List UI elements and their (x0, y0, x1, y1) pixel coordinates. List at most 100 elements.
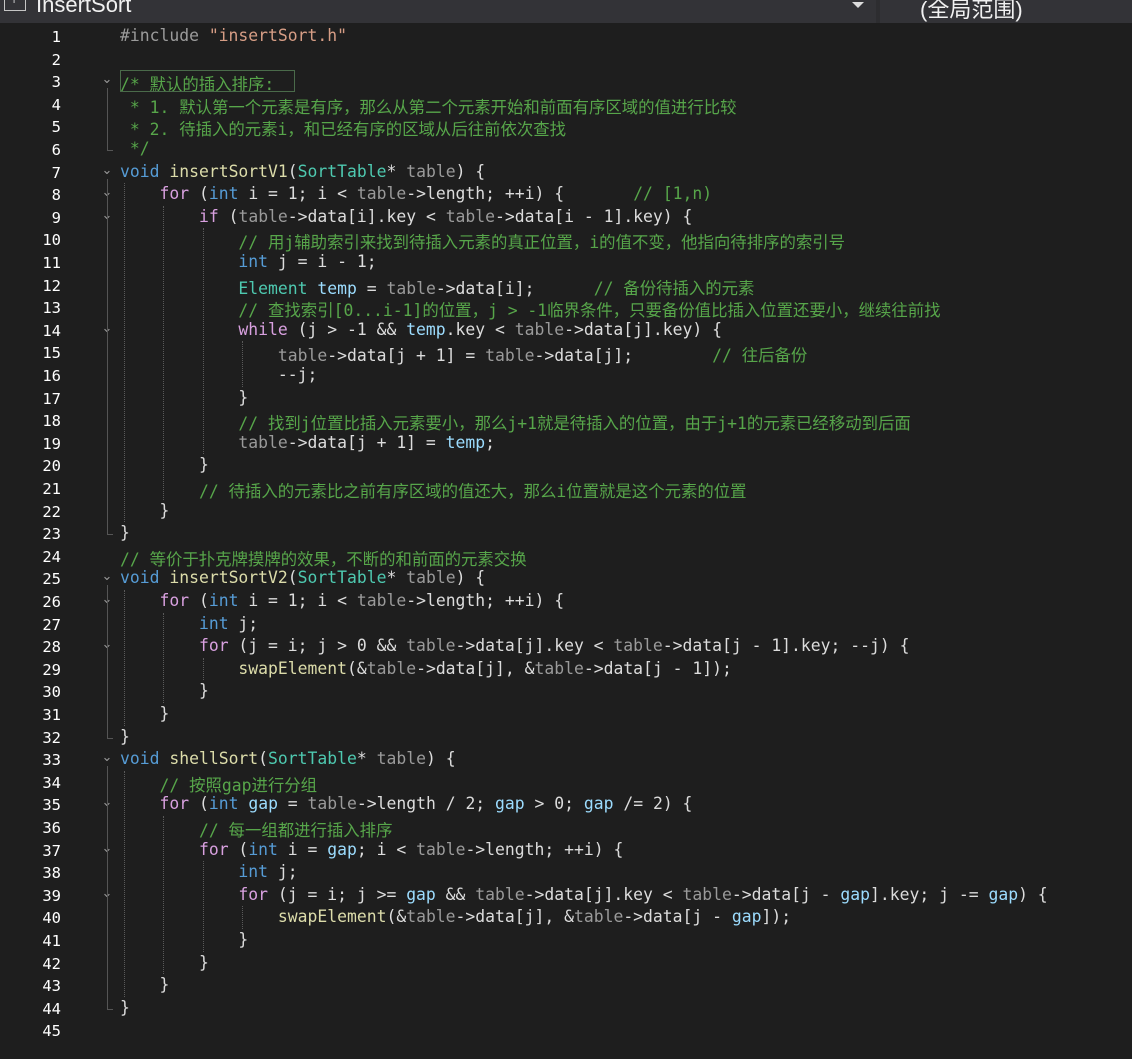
code-line[interactable]: 44} (11, 997, 1132, 1020)
code-text: void insertSortV1(SortTable* table) { (120, 161, 486, 181)
code-line[interactable]: 40 swapElement(&table->data[j], &table->… (11, 906, 1132, 929)
code-line[interactable]: 27 int j; (11, 613, 1132, 636)
code-line[interactable]: 19 table->data[j + 1] = temp; (11, 432, 1132, 455)
line-number: 6 (51, 141, 61, 159)
code-line[interactable]: 6 */ (11, 138, 1132, 161)
line-number: 30 (42, 683, 61, 702)
line-number: 25 (42, 570, 61, 589)
file-scope-dropdown[interactable]: InsertSort (0, 0, 876, 23)
line-number: 18 (42, 412, 61, 431)
code-line[interactable]: 32} (11, 726, 1132, 749)
code-line[interactable]: 37⌄ for (int i = gap; i < table->length;… (11, 839, 1132, 862)
code-text: // 用j辅助索引来找到待插入元素的真正位置，i的值不变，他指向待排序的索引号 (238, 233, 846, 253)
code-line[interactable]: 42 } (11, 952, 1132, 975)
code-line[interactable]: 15 table->data[j + 1] = table->data[j]; … (11, 341, 1132, 365)
code-line[interactable]: 34 // 按照gap进行分组 (11, 771, 1132, 795)
code-line[interactable]: 35⌄ for (int gap = table->length / 2; ga… (11, 793, 1132, 816)
code-text: while (j > -1 && temp.key < table->data[… (238, 319, 722, 339)
code-line[interactable]: 29 swapElement(&table->data[j], &table->… (11, 658, 1132, 681)
code-line[interactable]: 26⌄ for (int i = 1; i < table->length; +… (11, 590, 1132, 613)
code-line[interactable]: 7 ⌄ void insertSortV1(SortTable* table) { (11, 161, 1132, 184)
member-scope-dropdown[interactable]: (全局范围) (880, 0, 1132, 23)
fold-toggle-icon[interactable]: ⌄ (100, 163, 114, 178)
code-text: for (int i = 1; i < table->length; ++i) … (159, 591, 565, 610)
code-line[interactable]: 22 } (11, 500, 1132, 523)
line-number: 43 (42, 977, 61, 996)
line-number: 7 (51, 163, 61, 182)
indent-guide (202, 657, 204, 681)
outline-bar (107, 88, 108, 150)
code-line[interactable]: 38 int j; (11, 861, 1132, 884)
code-line[interactable]: 24 // 等价于扑克牌摸牌的效果，不断的和前面的元素交换 (11, 545, 1132, 569)
code-line[interactable]: 10 // 用j辅助索引来找到待插入元素的真正位置，i的值不变，他指向待排序的索… (11, 228, 1132, 253)
code-line[interactable]: 12 Element temp = table->data[i]; // 备份待… (11, 274, 1132, 298)
code-line[interactable]: 36 // 每一组都进行插入排序 (11, 816, 1132, 840)
fold-toggle-icon[interactable]: ⌄ (100, 750, 114, 765)
code-text: // 按照gap进行分组 (159, 775, 318, 795)
indent-guide (124, 183, 125, 523)
code-line[interactable]: 14⌄ while (j > -1 && temp.key < table->d… (11, 319, 1132, 342)
line-number: 37 (42, 841, 61, 860)
code-line[interactable]: 3 ⌄ /* 默认的插入排序: (11, 70, 1132, 94)
code-text: int j = i - 1; (238, 252, 377, 271)
code-text: for (int i = 1; i < table->length; ++i) … (159, 184, 713, 204)
line-number: 3 (51, 73, 61, 92)
chevron-down-icon[interactable] (852, 2, 864, 8)
outline-end (107, 534, 113, 536)
code-text: * 1. 默认第一个元素是有序，那么从第二个元素开始和前面有序区域的值进行比较 (120, 97, 737, 117)
code-line[interactable]: 2 (11, 48, 1132, 71)
line-number: 45 (42, 1022, 61, 1041)
code-line[interactable]: 30 } (11, 680, 1132, 703)
code-line[interactable]: 41 } (11, 929, 1132, 952)
code-line[interactable]: 4 * 1. 默认第一个元素是有序，那么从第二个元素开始和前面有序区域的值进行比… (11, 93, 1132, 117)
code-text: // 等价于扑克牌摸牌的效果，不断的和前面的元素交换 (120, 549, 527, 569)
code-line[interactable]: 20 } (11, 454, 1132, 477)
code-text: int j; (198, 613, 259, 633)
code-text: // 查找索引[0...i-1]的位置，j > -1临界条件，只要备份值比插入位… (238, 301, 941, 321)
code-line[interactable]: 17 } (11, 387, 1132, 410)
indent-guide (242, 341, 244, 387)
line-number: 42 (42, 954, 61, 973)
code-line[interactable]: 21 // 待插入的元素比之前有序区域的值还大，那么i位置就是这个元素的位置 (11, 477, 1132, 501)
code-line[interactable]: 1 #include "insertSort.h" (11, 25, 1132, 48)
indent-guide (163, 816, 165, 975)
code-line[interactable]: 18 // 找到j位置比插入元素要小，那么j+1就是待插入的位置，由于j+1的元… (11, 409, 1132, 433)
code-text: void shellSort(SortTable* table) { (120, 749, 456, 769)
code-line[interactable]: 11 int j = i - 1; (11, 251, 1132, 274)
line-number: 40 (42, 909, 61, 928)
code-line[interactable]: 8⌄ for (int i = 1; i < table->length; ++… (11, 183, 1132, 206)
code-line[interactable]: 39⌄ for (j = i; j >= gap && table->data[… (11, 884, 1132, 907)
code-text: --j; (120, 365, 318, 384)
line-number: 23 (42, 525, 61, 544)
line-number: 1 (51, 28, 61, 46)
line-number: 16 (42, 367, 61, 385)
code-line[interactable]: 31 } (11, 703, 1132, 726)
line-number: 33 (42, 751, 61, 770)
fold-toggle-icon[interactable]: ⌄ (100, 72, 114, 87)
code-text: } (120, 387, 249, 407)
line-number: 11 (42, 254, 61, 272)
fold-toggle-icon[interactable]: ⌄ (100, 569, 114, 584)
line-number: 10 (42, 231, 61, 250)
line-number: 36 (42, 819, 61, 837)
code-line[interactable]: 23} (11, 522, 1132, 545)
line-number: 2 (51, 50, 61, 69)
code-line[interactable]: 33 ⌄ void shellSort(SortTable* table) { (11, 748, 1132, 771)
code-text: Element temp = table->data[i]; // 备份待插入的… (238, 278, 755, 298)
code-text: } (120, 704, 170, 723)
code-line[interactable]: 13 // 查找索引[0...i-1]的位置，j > -1临界条件，只要备份值比… (11, 296, 1132, 321)
code-line[interactable]: 25 ⌄ void insertSortV2(SortTable* table) { (11, 567, 1132, 590)
code-line[interactable]: 45 (11, 1019, 1132, 1042)
code-editor[interactable]: 1 #include "insertSort.h" 2 3 ⌄/* 默认的插入排序: 4 … (11, 23, 1132, 1059)
code-line[interactable]: 28⌄ for (j = i; j > 0 && table->data[j].… (11, 635, 1132, 658)
line-number: 15 (42, 344, 61, 363)
code-text: #include "insertSort.h" (120, 26, 347, 45)
editor-margin (0, 23, 11, 1059)
code-line[interactable]: 43 } (11, 974, 1132, 997)
code-text: // 每一组都进行插入排序 (198, 821, 393, 840)
code-line[interactable]: 16 --j; (11, 364, 1132, 387)
indent-guide (124, 590, 125, 726)
code-text: } (120, 500, 170, 520)
code-line[interactable]: 5 * 2. 待插入的元素i，和已经有序的区域从后往前依次查找 (11, 115, 1132, 139)
code-line[interactable]: 9⌄ if (table->data[i].key < table->data[… (11, 206, 1132, 229)
